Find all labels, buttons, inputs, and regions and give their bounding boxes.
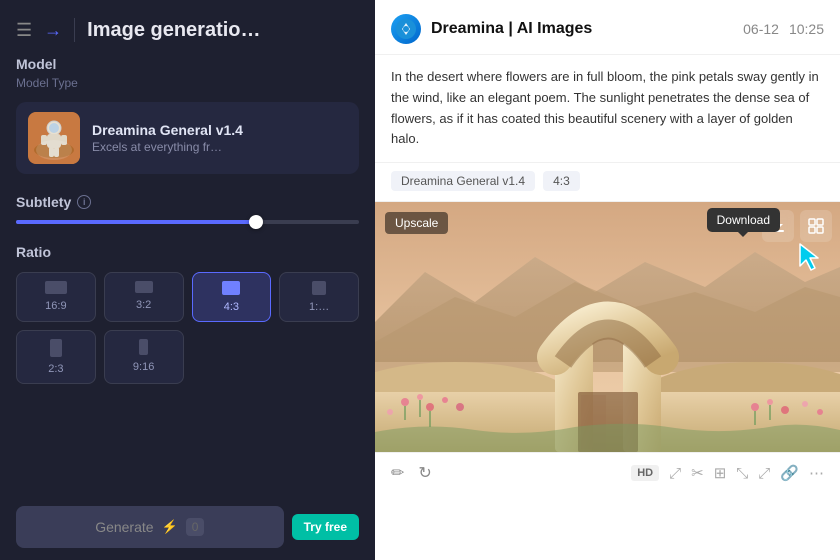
header-divider xyxy=(74,18,75,42)
header-date: 06-12 xyxy=(743,21,779,37)
bottom-toolbar: ✏ ↻ HD ⤢ ✂ ⊞ ⤡ ⤢ 🔗 ⋯ xyxy=(375,452,840,493)
ratio-icon-43 xyxy=(222,281,240,295)
ratio-btn-3-2[interactable]: 3:2 xyxy=(104,272,184,322)
copy-icon[interactable]: ⊞ xyxy=(714,464,727,482)
generate-label: Generate xyxy=(95,519,153,535)
ratio-icon-23 xyxy=(50,339,62,357)
ratio-section: Ratio 16:9 3:2 4:3 1:… xyxy=(16,244,359,384)
model-section-sublabel: Model Type xyxy=(16,76,359,90)
subtlety-header: Subtlety i xyxy=(16,194,359,210)
ratio-text-169: 16:9 xyxy=(45,300,66,312)
hd-badge: HD xyxy=(631,465,659,481)
slider-fill xyxy=(16,220,256,224)
ratio-btn-9-16[interactable]: 9:16 xyxy=(104,330,184,384)
ratio-text-23: 2:3 xyxy=(48,363,63,375)
variations-icon[interactable]: ⤢ xyxy=(758,465,770,482)
menu-icon[interactable]: ☰ xyxy=(16,20,32,41)
model-name: Dreamina General v1.4 xyxy=(92,122,347,138)
lightning-icon: ⚡ xyxy=(162,519,178,535)
right-panel: Dreamina | AI Images 06-12 10:25 In the … xyxy=(375,0,840,560)
ratio-btn-16-9[interactable]: 16:9 xyxy=(16,272,96,322)
ratio-btn-2-3[interactable]: 2:3 xyxy=(16,330,96,384)
try-free-badge[interactable]: Try free xyxy=(292,514,359,540)
dreamina-logo xyxy=(396,19,416,39)
slider-thumb xyxy=(249,215,263,229)
ratio-btn-4-3[interactable]: 4:3 xyxy=(192,272,272,322)
generate-bar: Generate ⚡ 0 Try free xyxy=(16,506,359,548)
meta-tags: Dreamina General v1.4 4:3 xyxy=(375,163,840,202)
panel-header: ☰ → Image generatio… xyxy=(0,0,375,56)
upscale-button[interactable]: Upscale xyxy=(385,212,448,234)
model-thumbnail xyxy=(28,112,80,164)
app-name: Dreamina | AI Images xyxy=(431,20,592,38)
ratio-grid-row1: 16:9 3:2 4:3 1:… xyxy=(16,272,359,322)
ratio-btn-1-1[interactable]: 1:… xyxy=(279,272,359,322)
image-actions-top xyxy=(762,210,832,242)
subtlety-slider[interactable] xyxy=(16,220,359,224)
upscale-icon[interactable]: ⤢ xyxy=(669,465,681,482)
scissors-icon[interactable]: ✂ xyxy=(691,464,704,482)
right-header: Dreamina | AI Images 06-12 10:25 xyxy=(375,0,840,55)
model-desc: Excels at everything fr… xyxy=(92,140,347,154)
description-text: In the desert where flowers are in full … xyxy=(391,67,824,150)
ratio-icon-11 xyxy=(312,281,326,295)
ratio-text-916: 9:16 xyxy=(133,361,154,373)
refresh-icon[interactable]: ↻ xyxy=(418,463,431,483)
model-info: Dreamina General v1.4 Excels at everythi… xyxy=(92,122,347,154)
ratio-icon-169 xyxy=(45,281,67,294)
ratio-icon-32 xyxy=(135,281,153,293)
panel-content: Model Model Type Dream xyxy=(0,56,375,384)
ratio-text-32: 3:2 xyxy=(136,299,151,311)
model-section-label: Model xyxy=(16,56,359,72)
more-icon[interactable]: ⋯ xyxy=(809,464,824,482)
panel-title: Image generatio… xyxy=(87,19,260,42)
meta-tag-model: Dreamina General v1.4 xyxy=(391,171,535,191)
description-area: In the desert where flowers are in full … xyxy=(375,55,840,163)
toolbar-left: ✏ ↻ xyxy=(391,463,432,483)
arrow-icon: → xyxy=(44,20,62,41)
left-panel: ☰ → Image generatio… Model Model Type xyxy=(0,0,375,560)
model-card[interactable]: Dreamina General v1.4 Excels at everythi… xyxy=(16,102,359,174)
header-time: 10:25 xyxy=(789,21,824,37)
ratio-grid-row2: 2:3 9:16 xyxy=(16,330,359,384)
ratio-text-43: 4:3 xyxy=(224,301,239,313)
subtlety-info-icon[interactable]: i xyxy=(77,195,91,209)
meta-tag-ratio: 4:3 xyxy=(543,171,580,191)
image-container: Upscale Download xyxy=(375,202,840,452)
subtlety-section: Subtlety i xyxy=(16,194,359,224)
resize-icon[interactable]: ⤡ xyxy=(736,465,748,482)
generate-button[interactable]: Generate ⚡ 0 xyxy=(16,506,284,548)
ratio-icon-916 xyxy=(139,339,148,355)
generated-image: Upscale Download xyxy=(375,202,840,452)
ratio-text-11: 1:… xyxy=(309,301,329,313)
download-icon xyxy=(770,218,786,234)
subtlety-label: Subtlety xyxy=(16,194,71,210)
credit-badge: 0 xyxy=(186,518,205,536)
edit-icon[interactable]: ✏ xyxy=(391,463,404,483)
expand-icon xyxy=(808,218,824,234)
model-thumbnail-art xyxy=(28,112,80,164)
expand-button[interactable] xyxy=(800,210,832,242)
link-icon[interactable]: 🔗 xyxy=(780,464,799,482)
app-icon xyxy=(391,14,421,44)
ratio-label: Ratio xyxy=(16,244,359,260)
toolbar-right: HD ⤢ ✂ ⊞ ⤡ ⤢ 🔗 ⋯ xyxy=(631,464,824,482)
download-button[interactable] xyxy=(762,210,794,242)
